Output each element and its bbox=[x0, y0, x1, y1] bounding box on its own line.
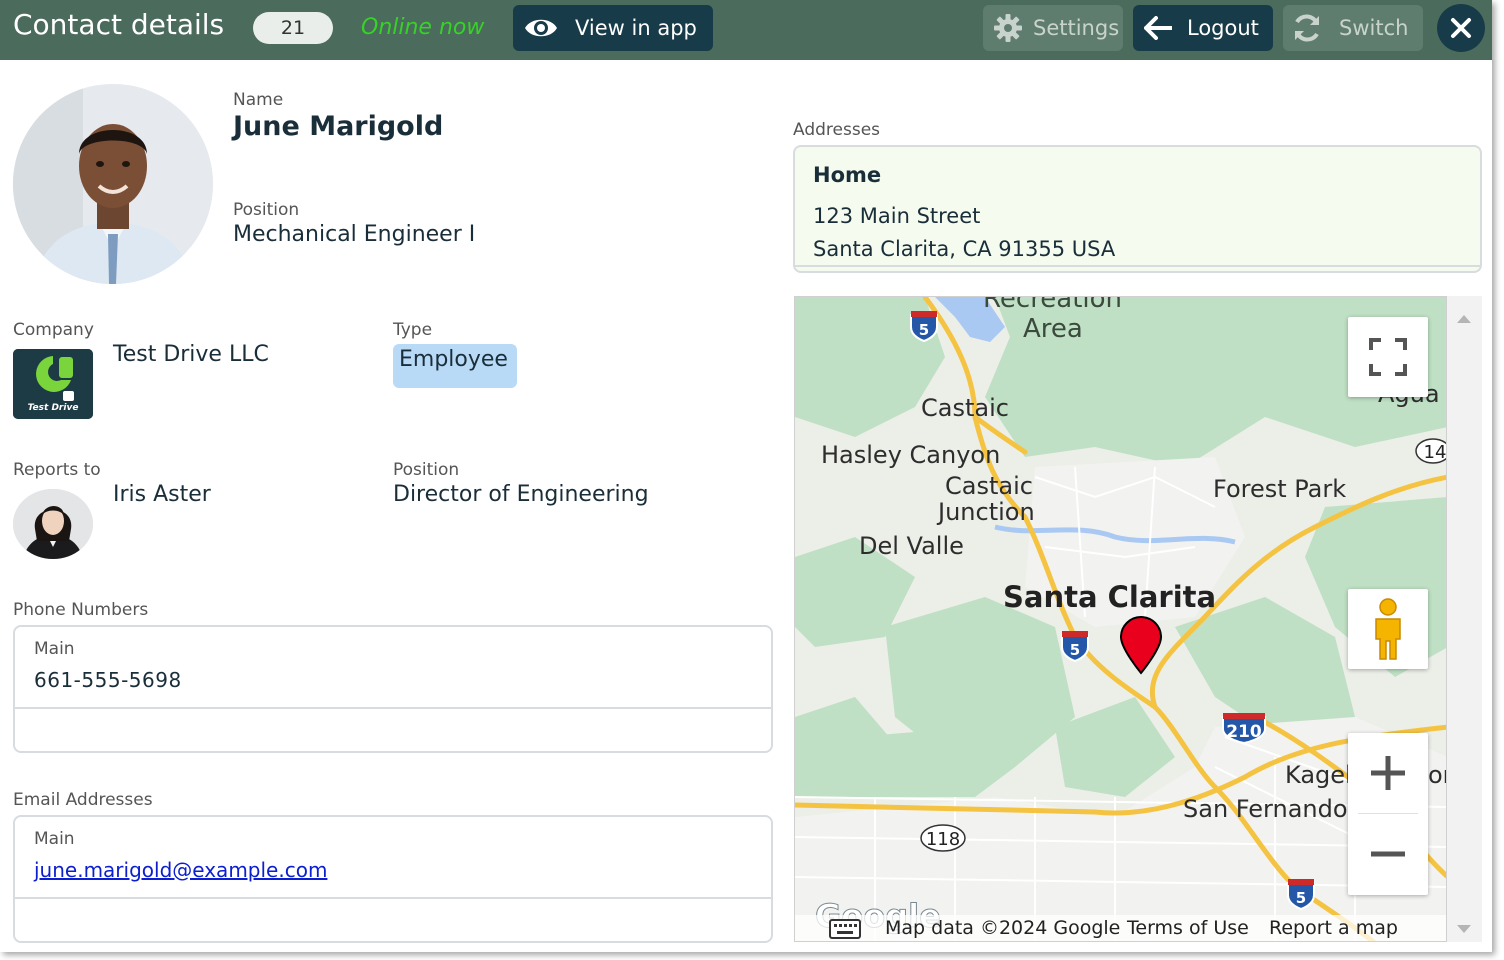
header-bar: Contact details 21 Online now View in ap… bbox=[0, 0, 1492, 60]
map-label-castaic: Castaic bbox=[921, 394, 1009, 422]
map-label-castaic-junction-1: Castaic bbox=[945, 472, 1033, 500]
map-label-del-valle: Del Valle bbox=[859, 532, 964, 560]
switch-button[interactable]: Switch bbox=[1283, 5, 1423, 51]
contact-avatar bbox=[13, 84, 213, 284]
email-addresses-label: Email Addresses bbox=[13, 790, 153, 810]
count-badge: 21 bbox=[253, 12, 333, 44]
terms-of-use-link[interactable]: Terms of Use bbox=[1127, 917, 1249, 939]
shield-i5-central: 5 bbox=[1070, 641, 1080, 659]
minus-icon bbox=[1368, 834, 1408, 878]
email-link[interactable]: june.marigold@example.com bbox=[34, 858, 327, 882]
eye-icon bbox=[521, 15, 561, 41]
refresh-icon bbox=[1289, 13, 1325, 43]
close-icon bbox=[1450, 17, 1472, 39]
shield-i5-north: 5 bbox=[919, 321, 929, 339]
shield-i5-south: 5 bbox=[1296, 889, 1306, 907]
address-card: Home 123 Main Street Santa Clarita, CA 9… bbox=[793, 145, 1482, 273]
reports-to-label: Reports to bbox=[13, 460, 101, 480]
map-data-attribution: Map data ©2024 Google bbox=[885, 917, 1121, 939]
view-in-app-button[interactable]: View in app bbox=[513, 5, 713, 51]
logout-label: Logout bbox=[1187, 16, 1259, 40]
email-list: Main june.marigold@example.com bbox=[13, 815, 773, 943]
company-label: Company bbox=[13, 320, 94, 340]
name-label: Name bbox=[233, 90, 284, 110]
settings-label: Settings bbox=[1033, 16, 1120, 40]
fullscreen-button[interactable] bbox=[1348, 317, 1428, 397]
pegman-icon bbox=[1370, 597, 1406, 665]
arrow-left-icon bbox=[1141, 16, 1175, 40]
fullscreen-icon bbox=[1368, 337, 1408, 381]
company-logo-text: Test Drive bbox=[27, 403, 79, 413]
divider bbox=[795, 265, 1480, 267]
zoom-control bbox=[1348, 733, 1428, 895]
map-footer: Map data ©2024 Google Terms of Use Repor… bbox=[795, 915, 1446, 941]
switch-label: Switch bbox=[1339, 16, 1409, 40]
report-map-error-link[interactable]: Report a map error bbox=[1269, 917, 1446, 941]
online-status: Online now bbox=[361, 15, 485, 40]
phone-type-label: Main bbox=[34, 639, 75, 659]
address-line2: Santa Clarita, CA 91355 USA bbox=[813, 237, 1116, 261]
phone-value[interactable]: 661-555-5698 bbox=[34, 668, 182, 692]
gear-icon bbox=[991, 13, 1025, 43]
settings-button[interactable]: Settings bbox=[983, 5, 1123, 51]
map-label-on: on bbox=[1428, 761, 1447, 789]
zoom-out-button[interactable] bbox=[1348, 814, 1428, 894]
map-label-recreation: Recreation bbox=[983, 297, 1122, 314]
shield-ca118: 118 bbox=[926, 829, 960, 850]
shield-i210: 210 bbox=[1226, 722, 1262, 742]
scroll-up-icon[interactable] bbox=[1457, 308, 1471, 327]
scroll-down-icon[interactable] bbox=[1457, 920, 1471, 939]
address-title: Home bbox=[813, 163, 882, 187]
type-badge: Employee bbox=[393, 344, 517, 388]
position-value: Mechanical Engineer I bbox=[233, 222, 476, 247]
view-in-app-label: View in app bbox=[575, 16, 697, 40]
manager-position: Director of Engineering bbox=[393, 482, 649, 507]
position-label: Position bbox=[233, 200, 300, 220]
map-label-forest-park: Forest Park bbox=[1213, 475, 1346, 503]
shield-ca14: 14 bbox=[1424, 442, 1447, 463]
email-type-label: Main bbox=[34, 829, 75, 849]
addresses-label: Addresses bbox=[793, 120, 881, 140]
contact-name: June Marigold bbox=[233, 111, 444, 142]
company-logo[interactable]: Test Drive bbox=[13, 349, 93, 419]
map-label-santa-clarita: Santa Clarita bbox=[1003, 580, 1216, 614]
company-name[interactable]: Test Drive LLC bbox=[113, 342, 269, 367]
map-label-kagel: Kagel bbox=[1285, 761, 1352, 789]
phone-numbers-label: Phone Numbers bbox=[13, 600, 149, 620]
keyboard-icon[interactable] bbox=[829, 919, 861, 941]
contact-details-window: Contact details 21 Online now View in ap… bbox=[0, 0, 1492, 952]
type-label: Type bbox=[393, 320, 433, 340]
divider bbox=[15, 707, 771, 709]
logout-button[interactable]: Logout bbox=[1133, 5, 1273, 51]
map-label-area: Area bbox=[1023, 314, 1083, 344]
manager-name[interactable]: Iris Aster bbox=[113, 482, 211, 507]
manager-avatar[interactable] bbox=[13, 489, 93, 559]
page-title: Contact details bbox=[13, 8, 225, 41]
map-scrollbar[interactable] bbox=[1447, 296, 1482, 942]
phone-list: Main 661-555-5698 bbox=[13, 625, 773, 753]
map-label-hasley-canyon: Hasley Canyon bbox=[821, 441, 1000, 469]
zoom-in-button[interactable] bbox=[1348, 733, 1428, 813]
manager-position-label: Position bbox=[393, 460, 460, 480]
map-label-castaic-junction-2: Junction bbox=[936, 498, 1035, 526]
map-label-san-fernando: San Fernando bbox=[1183, 795, 1348, 823]
address-line1: 123 Main Street bbox=[813, 204, 981, 228]
map-view[interactable]: Recreation Area Castaic Hasley Canyon Ca… bbox=[794, 296, 1447, 942]
divider bbox=[15, 897, 771, 899]
close-button[interactable] bbox=[1437, 4, 1485, 52]
street-view-button[interactable] bbox=[1348, 589, 1428, 669]
plus-icon bbox=[1368, 753, 1408, 797]
